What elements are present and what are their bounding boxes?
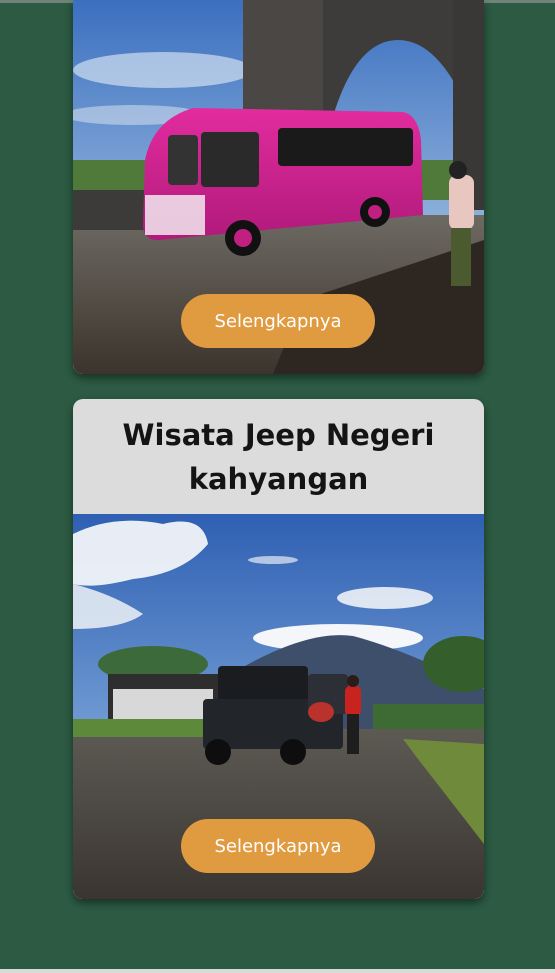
jeep-photo: Selengkapnya [73,514,484,899]
minibus-photo: Selengkapnya [73,0,484,374]
page-bottom-border [0,969,555,973]
tour-card-jeep: Wisata Jeep Negeri kahyangan Selengkapny… [73,399,484,899]
details-button[interactable]: Selengkapnya [181,294,375,348]
tour-card-minibus: Selengkapnya [73,0,484,374]
card-title: Wisata Jeep Negeri kahyangan [122,417,435,496]
details-button[interactable]: Selengkapnya [181,819,375,873]
